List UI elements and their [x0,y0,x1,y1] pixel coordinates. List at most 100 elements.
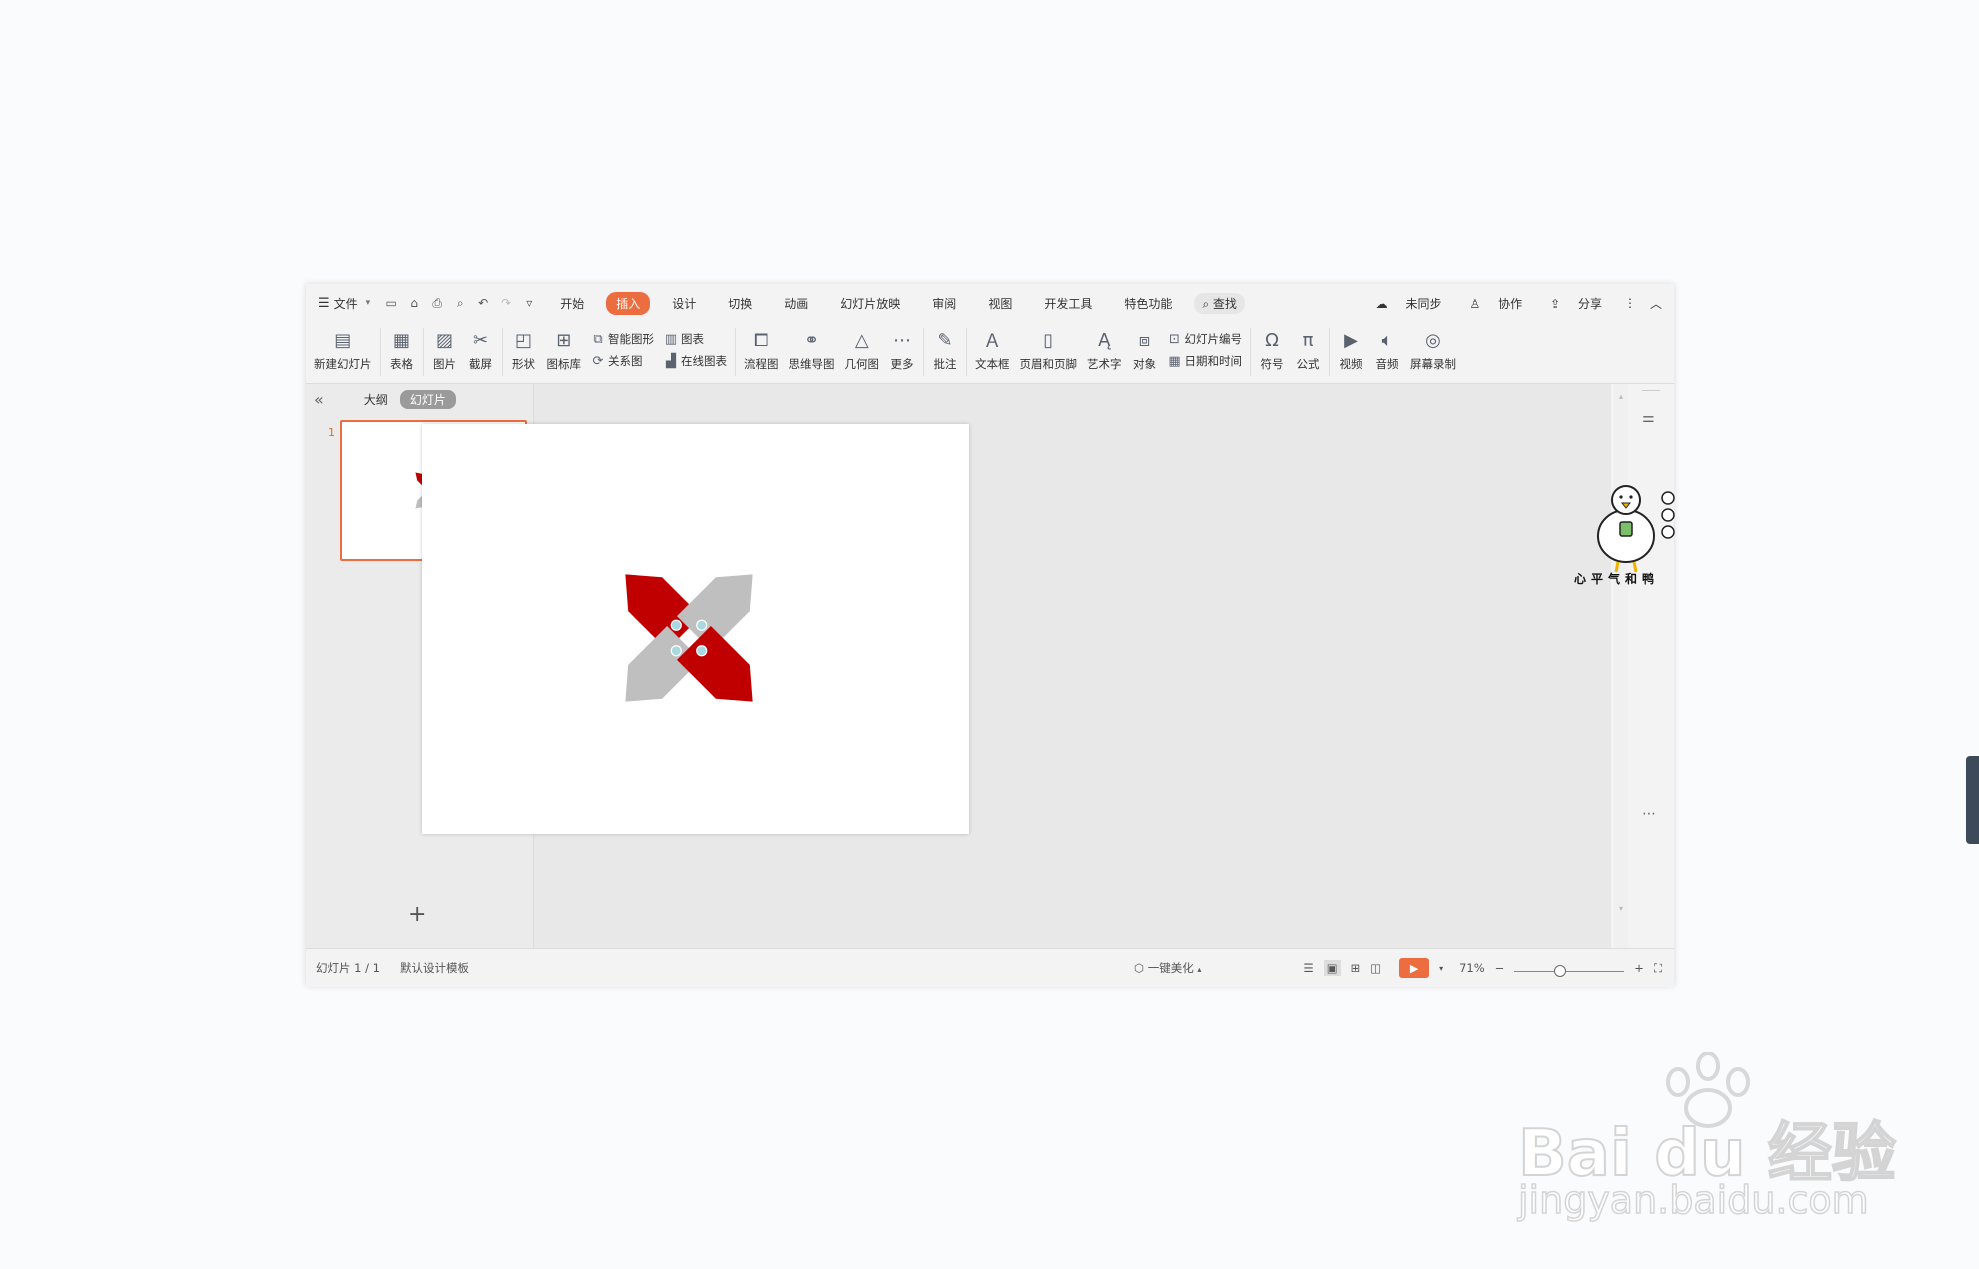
sync-status[interactable]: ☁ 未同步 [1362,295,1442,312]
zoom-slider[interactable] [1514,961,1625,977]
comment-button[interactable]: ✎ 批注 [932,322,958,372]
audio-button[interactable]: 🔈︎ 音频 [1374,322,1400,372]
panel-grip [1642,390,1660,391]
add-slide-icon[interactable]: + [408,902,426,927]
scroll-down-icon[interactable]: ▾ [1619,904,1623,913]
header-footer-button[interactable]: ▯ 页眉和页脚 [1020,322,1078,372]
vertical-scrollbar[interactable]: ▴ ▾ [1614,384,1628,948]
wordart-button[interactable]: Ą 艺术字 [1087,322,1122,372]
video-button[interactable]: ▶ 视频 [1338,322,1364,372]
collapse-ribbon-icon[interactable]: ︿ [1650,295,1662,312]
edge-side-widget[interactable] [1966,756,1979,844]
print-icon[interactable]: ⎙ [430,296,444,310]
search-box[interactable]: ⌕ 查找 [1194,292,1245,314]
play-options-icon[interactable]: ▾ [1439,964,1443,973]
screen-record-button[interactable]: ◎ 屏幕录制 [1410,322,1456,372]
slide-canvas[interactable] [422,424,969,834]
tag-gray-bottom-left[interactable] [608,625,702,719]
textbox-button[interactable]: Ａ 文本框 [975,322,1010,372]
scissors-icon: ✂ [472,329,489,351]
undo-icon[interactable]: ↶ [476,296,490,310]
search-label: 查找 [1212,296,1237,311]
notes-toggle-icon[interactable]: ☰ [1303,961,1313,975]
flowchart-button[interactable]: ⧠ 流程图 [744,322,779,372]
ribbon-insert: ▤ 新建幻灯片 ▦ 表格 ▨ 图片 ✂ 截屏 ◰ 形状 ⊞ 图标库 ⧉ 智能图形 ⟳ 关系图 ▥… [306,322,1674,382]
chevron-down-icon[interactable]: ▾ [366,298,371,308]
tab-insert[interactable]: 插入 [606,291,651,315]
picture-button[interactable]: ▨ 图片 [432,322,458,372]
icon-library-button[interactable]: ⊞ 图标库 [547,322,582,372]
formula-button[interactable]: π 公式 [1295,322,1321,372]
print-preview-icon[interactable]: ⌕ [453,296,467,310]
play-icon: ▶ [1399,958,1430,978]
tag-red-top-left[interactable] [608,557,702,651]
reading-view-icon[interactable]: ◫ [1370,961,1381,975]
customize-toolbar-icon[interactable]: ▿ [522,296,536,310]
chart-button[interactable]: ▥ 图表 [664,328,727,350]
zoom-in-icon[interactable]: + [1634,961,1644,975]
settings-sliders-icon[interactable]: ⚌ [1642,410,1655,426]
tag-red-bottom-right[interactable] [676,625,770,719]
tab-animation[interactable]: 动画 [774,292,818,315]
zoom-out-icon[interactable]: − [1495,961,1505,975]
tab-special-features[interactable]: 特色功能 [1114,292,1182,315]
table-button[interactable]: ▦ 表格 [389,322,415,372]
share-button[interactable]: ⇪ 分享 [1536,295,1602,312]
geometry-icon: △ [854,329,869,351]
slide-number-button[interactable]: ⊡ 幻灯片编号 [1168,328,1242,350]
ribbon-separator [501,328,503,376]
symbol-button[interactable]: Ω 符号 [1259,322,1285,372]
tab-review[interactable]: 审阅 [922,292,966,315]
more-dots-icon[interactable]: ⋯ [1642,806,1656,822]
header-footer-icon: ▯ [1043,329,1054,351]
ribbon-separator [966,328,967,376]
tab-design[interactable]: 设计 [662,292,706,315]
tab-slideshow[interactable]: 幻灯片放映 [830,292,910,315]
shape-button[interactable]: ◰ 形状 [511,322,537,372]
slide-graphic [608,557,770,719]
chart-group: ▥ 图表 ▟ 在线图表 [664,328,727,372]
picture-icon: ▨ [435,329,453,351]
person-icon: ♙ [1469,296,1481,311]
datetime-button[interactable]: ▦ 日期和时间 [1168,350,1242,372]
more-button[interactable]: ⋯ 更多 [889,322,915,372]
screenshot-button[interactable]: ✂ 截屏 [468,322,494,372]
tag-gray-top-right[interactable] [676,557,770,651]
search-icon: ⌕ [1202,296,1210,311]
play-button[interactable]: ▶ [1399,958,1430,978]
collab-button[interactable]: ♙ 协作 [1455,295,1522,312]
template-name[interactable]: 默认设计模板 [400,960,469,976]
zoom-level[interactable]: 71% [1459,961,1485,975]
fit-window-icon[interactable]: ⛶ [1654,961,1662,976]
mascot-caption: 心平气和鸭 [1574,572,1660,586]
tab-home[interactable]: 开始 [550,292,594,315]
right-tool-panel: ⚌ ⋯ [1628,384,1674,948]
more-vertical-icon[interactable]: ⋮ [1624,296,1636,310]
collapse-panel-icon[interactable]: « [314,390,324,409]
tab-outline[interactable]: 大纲 [364,391,388,408]
hamburger-icon[interactable]: ☰ [318,296,330,311]
duck-mascot-sticker: 心平气和鸭 [1568,478,1678,590]
object-button[interactable]: ⧈ 对象 [1132,322,1158,372]
tab-slides[interactable]: 幻灯片 [399,389,456,409]
mindmap-button[interactable]: ⚭ 思维导图 [789,322,835,372]
omega-icon: Ω [1265,329,1279,351]
new-slide-button[interactable]: ▤ 新建幻灯片 [314,322,372,372]
relation-button[interactable]: ⟳ 关系图 [591,350,654,372]
online-chart-button[interactable]: ▟ 在线图表 [664,350,727,372]
tab-view[interactable]: 视图 [978,292,1022,315]
redo-icon[interactable]: ↷ [499,296,513,310]
tab-developer[interactable]: 开发工具 [1034,292,1102,315]
beautify-button[interactable]: ⬡ 一键美化 ▴ [1134,960,1201,976]
slide-sorter-icon[interactable]: ⊞ [1351,961,1361,975]
zoom-slider-knob[interactable] [1554,965,1567,977]
file-menu[interactable]: 文件 [334,295,358,312]
ribbon-separator [1329,328,1330,376]
save-icon[interactable]: ▭ [384,296,398,310]
format-painter-icon[interactable]: ⌂ [407,296,421,310]
smart-graphic-button[interactable]: ⧉ 智能图形 [591,328,654,350]
normal-view-icon[interactable]: ▣ [1323,960,1341,976]
scroll-up-icon[interactable]: ▴ [1619,392,1623,401]
geometry-button[interactable]: △ 几何图 [845,322,880,372]
tab-transition[interactable]: 切换 [718,292,762,315]
